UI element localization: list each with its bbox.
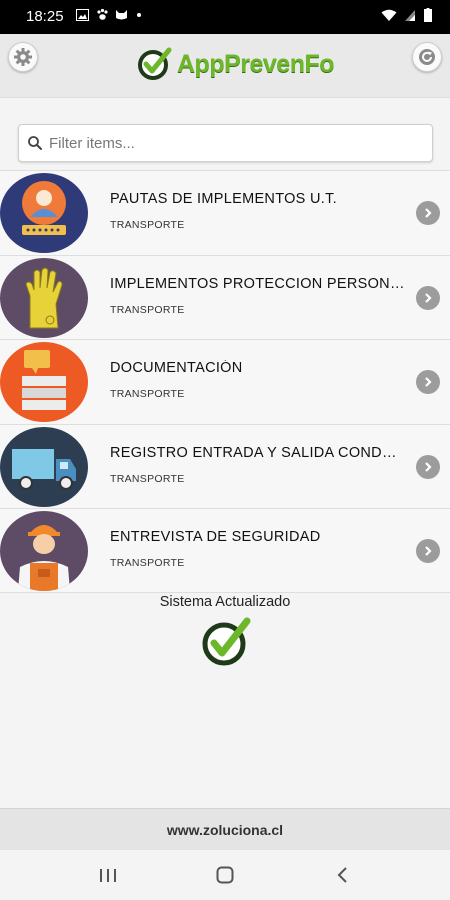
clock: 18:25 xyxy=(26,8,64,25)
paw-icon xyxy=(97,8,108,20)
system-icons xyxy=(381,8,432,25)
status-text: Sistema Actualizado xyxy=(159,594,291,610)
chevron-right-icon[interactable] xyxy=(416,201,440,225)
list-item[interactable]: IMPLEMENTOS PROTECCION PERSONAL TRANSPOR… xyxy=(0,254,450,339)
footer[interactable]: www.zoluciona.cl xyxy=(0,808,450,850)
back-button[interactable] xyxy=(328,862,358,888)
user-id-card-icon xyxy=(0,173,88,253)
truck-icon xyxy=(0,426,88,507)
recent-apps-icon xyxy=(100,869,116,882)
app-logo: AppPrevenFo xyxy=(137,44,335,84)
search-icon xyxy=(28,136,42,150)
wifi-icon xyxy=(381,9,397,21)
recent-apps-button[interactable] xyxy=(93,862,123,888)
worker-icon xyxy=(0,511,88,591)
check-circle-icon xyxy=(202,617,251,666)
battery-icon xyxy=(424,8,432,22)
search-input[interactable] xyxy=(49,125,424,161)
item-subtitle: TRANSPORTE xyxy=(110,388,185,400)
status-bar: 18:25 xyxy=(0,0,450,34)
chevron-right-icon[interactable] xyxy=(416,454,440,479)
dot-icon xyxy=(136,13,141,17)
sync-status: Sistema Actualizado xyxy=(0,594,450,666)
item-title: PAUTAS DE IMPLEMENTOS U.T. xyxy=(110,191,337,207)
home-button[interactable] xyxy=(210,862,240,888)
glove-icon xyxy=(0,257,88,338)
item-title: IMPLEMENTOS PROTECCION PERSONAL xyxy=(110,275,406,292)
item-subtitle: TRANSPORTE xyxy=(110,472,185,485)
item-subtitle: TRANSPORTE xyxy=(110,303,185,316)
check-circle-icon xyxy=(138,47,172,80)
app-header: AppPrevenFo xyxy=(0,34,450,98)
home-icon xyxy=(216,866,234,884)
refresh-button[interactable] xyxy=(412,42,442,72)
logo-text: AppPrevenFo xyxy=(177,49,335,78)
list-item[interactable]: DOCUMENTACIÓN TRANSPORTE xyxy=(0,339,450,424)
list-item[interactable]: ENTREVISTA DE SEGURIDAD TRANSPORTE xyxy=(0,508,450,593)
item-title: REGISTRO ENTRADA Y SALIDA CONDUCTORES xyxy=(110,444,406,461)
chevron-right-icon[interactable] xyxy=(416,285,440,310)
cat-icon xyxy=(116,10,128,20)
gear-icon xyxy=(14,48,32,66)
item-title: ENTREVISTA DE SEGURIDAD xyxy=(110,529,321,545)
chevron-right-icon[interactable] xyxy=(416,370,440,394)
item-subtitle: TRANSPORTE xyxy=(110,219,185,231)
search-bar[interactable] xyxy=(18,124,433,162)
item-title: DOCUMENTACIÓN xyxy=(110,360,243,376)
image-icon xyxy=(76,9,89,21)
list-item[interactable]: PAUTAS DE IMPLEMENTOS U.T. TRANSPORTE xyxy=(0,170,450,255)
back-icon xyxy=(337,867,347,883)
item-subtitle: TRANSPORTE xyxy=(110,557,185,569)
items-list: PAUTAS DE IMPLEMENTOS U.T. TRANSPORTE IM… xyxy=(0,170,450,593)
list-item[interactable]: REGISTRO ENTRADA Y SALIDA CONDUCTORES TR… xyxy=(0,423,450,508)
signal-icon xyxy=(405,10,416,21)
refresh-icon xyxy=(419,49,435,65)
system-nav-bar xyxy=(0,850,450,900)
chevron-right-icon[interactable] xyxy=(416,539,440,563)
documents-icon xyxy=(0,342,88,422)
notification-icons xyxy=(76,8,143,24)
settings-button[interactable] xyxy=(8,42,38,72)
